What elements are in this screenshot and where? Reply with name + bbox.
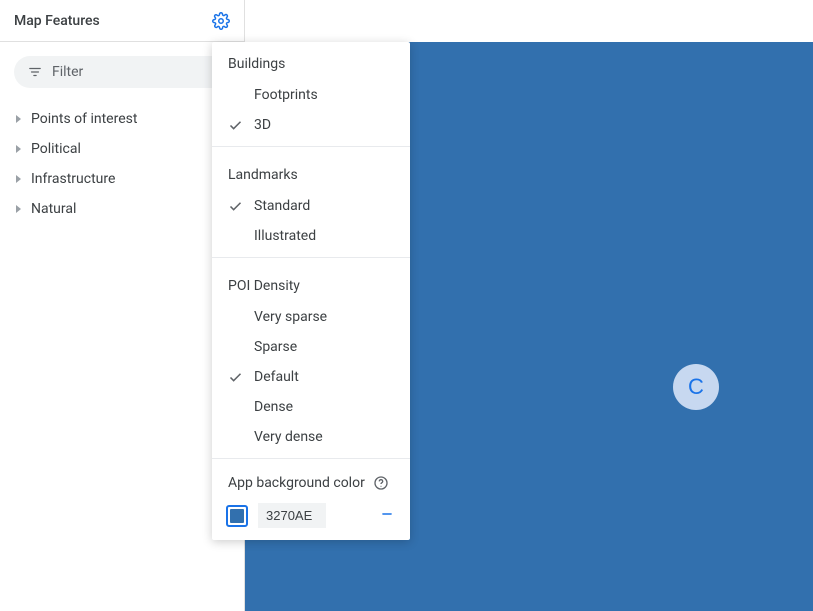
group-header-poi-density: POI Density: [212, 264, 410, 302]
sidebar-item-label: Political: [31, 141, 81, 157]
minus-icon: [380, 507, 394, 521]
group-header-buildings: Buildings: [212, 42, 410, 80]
feature-list: Points of interest Political Infrastruct…: [0, 98, 244, 230]
option-sparse[interactable]: Sparse: [212, 332, 410, 362]
divider: [212, 257, 410, 258]
option-label: Illustrated: [254, 228, 316, 244]
sidebar-item-poi[interactable]: Points of interest: [6, 104, 238, 134]
check-slot: [228, 118, 254, 133]
option-default[interactable]: Default: [212, 362, 410, 392]
sidebar-item-natural[interactable]: Natural: [6, 194, 238, 224]
option-very-dense[interactable]: Very dense: [212, 422, 410, 452]
option-very-sparse[interactable]: Very sparse: [212, 302, 410, 332]
color-swatch[interactable]: [226, 505, 248, 527]
check-slot: [228, 199, 254, 214]
sidebar-item-label: Infrastructure: [31, 171, 115, 187]
option-illustrated[interactable]: Illustrated: [212, 221, 410, 251]
filter-icon: [28, 65, 42, 79]
option-label: Footprints: [254, 87, 318, 103]
check-icon: [228, 199, 243, 214]
check-icon: [228, 370, 243, 385]
divider: [212, 146, 410, 147]
divider: [212, 458, 410, 459]
option-label: Very sparse: [254, 309, 327, 325]
hex-input[interactable]: [258, 503, 326, 528]
filter-placeholder: Filter: [52, 64, 83, 80]
option-3d[interactable]: 3D: [212, 110, 410, 140]
option-label: Very dense: [254, 429, 323, 445]
option-label: Sparse: [254, 339, 297, 355]
group-header-landmarks: Landmarks: [212, 153, 410, 191]
remove-color-button[interactable]: [378, 507, 396, 525]
filter-wrap: Filter: [0, 42, 244, 98]
sidebar-item-political[interactable]: Political: [6, 134, 238, 164]
option-label: Dense: [254, 399, 293, 415]
sidebar-item-label: Natural: [31, 201, 76, 217]
chevron-right-icon: [16, 115, 21, 123]
option-label: Standard: [254, 198, 310, 214]
gear-icon[interactable]: [212, 12, 230, 30]
sidebar: Map Features Filter Points of interest P…: [0, 0, 245, 611]
chevron-right-icon: [16, 205, 21, 213]
sidebar-header: Map Features: [0, 0, 244, 42]
option-label: Default: [254, 369, 299, 385]
sidebar-item-label: Points of interest: [31, 111, 137, 127]
chevron-right-icon: [16, 175, 21, 183]
app-background-row: App background color: [212, 465, 410, 499]
color-swatch-inner: [230, 509, 244, 523]
help-icon[interactable]: [373, 475, 389, 491]
chevron-right-icon: [16, 145, 21, 153]
sidebar-item-infrastructure[interactable]: Infrastructure: [6, 164, 238, 194]
check-icon: [228, 118, 243, 133]
avatar[interactable]: C: [673, 364, 719, 410]
page-title: Map Features: [14, 13, 100, 29]
option-label: 3D: [254, 117, 271, 133]
app-background-label: App background color: [228, 475, 365, 491]
filter-input[interactable]: Filter: [14, 56, 230, 88]
settings-popover: Buildings Footprints 3D Landmarks Standa…: [212, 42, 410, 540]
avatar-letter: C: [688, 374, 704, 400]
option-dense[interactable]: Dense: [212, 392, 410, 422]
option-standard[interactable]: Standard: [212, 191, 410, 221]
option-footprints[interactable]: Footprints: [212, 80, 410, 110]
check-slot: [228, 370, 254, 385]
color-row: [212, 499, 410, 532]
